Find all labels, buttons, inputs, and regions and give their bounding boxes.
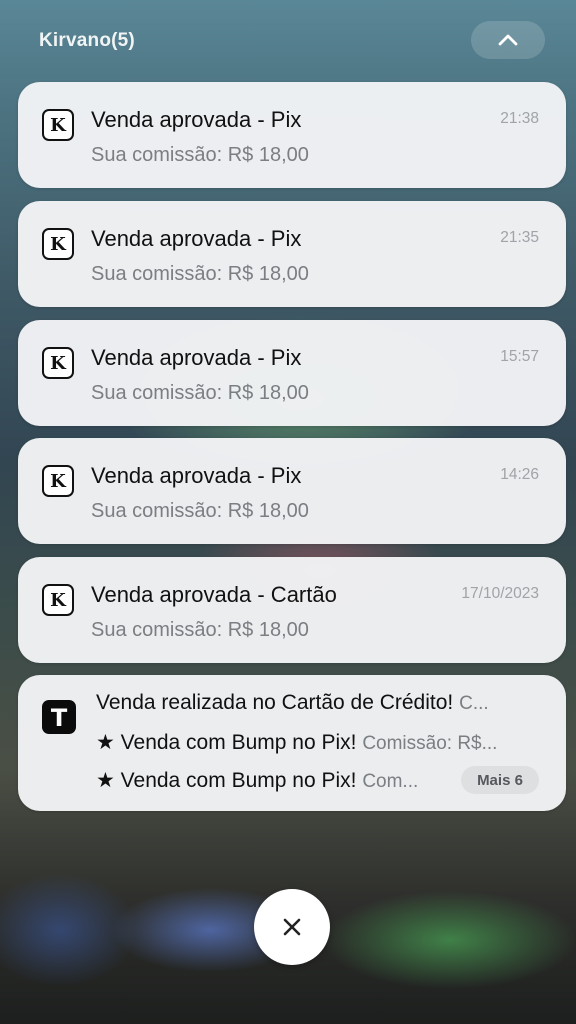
collapse-button[interactable] [471,21,545,59]
grouped-line: ★ Venda com Bump no Pix! Com... [96,768,458,793]
group-title: Kirvano(5) [39,30,135,51]
notification-time: 21:38 [500,110,539,127]
more-notifications-chip[interactable]: Mais 6 [461,766,539,794]
kirvano-app-icon: K [42,347,74,379]
notification-card[interactable]: K Venda aprovada - Pix Sua comissão: R$ … [18,82,566,188]
kirvano-app-icon: K [42,109,74,141]
close-icon [283,918,301,936]
t-app-icon: T [42,700,76,734]
kirvano-app-icon: K [42,465,74,497]
grouped-line: Venda realizada no Cartão de Crédito! C.… [96,691,546,715]
grouped-line-title: ★ Venda com Bump no Pix! [96,769,357,792]
notification-time: 21:35 [500,229,539,246]
kirvano-app-icon: K [42,584,74,616]
notification-title: Venda aprovada - Pix [91,345,302,370]
notification-title: Venda aprovada - Cartão [91,582,337,607]
notification-card[interactable]: K Venda aprovada - Cartão Sua comissão: … [18,557,566,663]
notification-title: Venda aprovada - Pix [91,463,302,488]
notification-card[interactable]: K Venda aprovada - Pix Sua comissão: R$ … [18,438,566,544]
notification-time: 14:26 [500,466,539,483]
grouped-line-text: C... [459,693,489,714]
notification-text: Sua comissão: R$ 18,00 [91,144,309,166]
notification-group-header: Kirvano(5) [0,0,576,82]
grouped-line-title: Venda realizada no Cartão de Crédito! [96,691,454,714]
notification-title: Venda aprovada - Pix [91,226,302,251]
grouped-line-title: ★ Venda com Bump no Pix! [96,731,357,754]
notification-card[interactable]: K Venda aprovada - Pix Sua comissão: R$ … [18,201,566,307]
notification-title: Venda aprovada - Pix [91,107,302,132]
grouped-notification-card[interactable]: T Venda realizada no Cartão de Crédito! … [18,675,566,811]
notification-text: Sua comissão: R$ 18,00 [91,263,309,285]
notification-time: 15:57 [500,348,539,365]
notification-text: Sua comissão: R$ 18,00 [91,500,309,522]
notification-text: Sua comissão: R$ 18,00 [91,619,309,641]
grouped-line-text: Com... [362,771,419,792]
notification-card[interactable]: K Venda aprovada - Pix Sua comissão: R$ … [18,320,566,426]
close-button[interactable] [254,889,330,965]
t-app-icon-glyph: T [51,704,68,732]
kirvano-app-icon: K [42,228,74,260]
grouped-line-text: Comissão: R$... [362,733,498,754]
chevron-up-icon [498,34,518,46]
grouped-line: ★ Venda com Bump no Pix! Comissão: R$... [96,730,546,755]
notification-time: 17/10/2023 [461,585,539,602]
notification-text: Sua comissão: R$ 18,00 [91,382,309,404]
